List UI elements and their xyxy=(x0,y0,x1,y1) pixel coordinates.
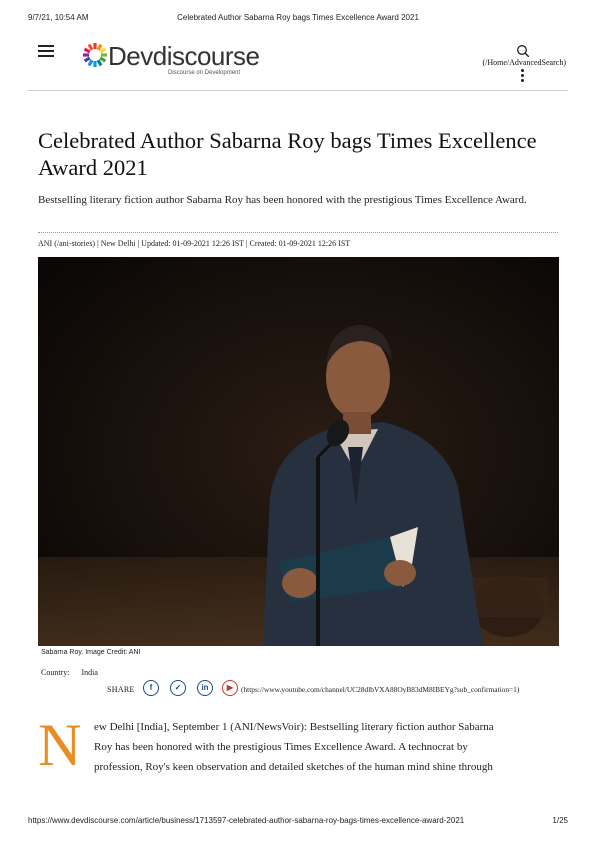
divider xyxy=(38,232,558,233)
print-url: https://www.devdiscourse.com/article/bus… xyxy=(28,816,465,825)
print-header: 9/7/21, 10:54 AM Celebrated Author Sabar… xyxy=(28,13,568,25)
logo-text: Devdiscourse xyxy=(108,41,260,71)
more-options-icon[interactable] xyxy=(521,69,525,83)
country-value[interactable]: India xyxy=(81,668,97,677)
body-line: profession, Roy's keen observation and d… xyxy=(94,761,493,773)
advanced-search-link[interactable]: (/Home/AdvancedSearch) xyxy=(482,58,566,67)
facebook-icon[interactable]: f xyxy=(143,680,159,696)
print-page-title: Celebrated Author Sabarna Roy bags Times… xyxy=(177,13,419,22)
image-caption: Sabarna Roy. Image Credit: ANI xyxy=(41,649,141,656)
article-body: N ew Delhi [India], September 1 (ANI/New… xyxy=(38,712,553,778)
logo-tagline: Discourse on Development xyxy=(168,70,241,76)
site-logo[interactable]: Devdiscourse Discourse on Development xyxy=(82,40,260,80)
youtube-channel-link[interactable]: (https://www.youtube.com/channel/UC28dlb… xyxy=(241,685,519,694)
share-bar: SHARE f ✓ in ▶ (https://www.youtube.com/… xyxy=(107,680,567,700)
linkedin-icon[interactable]: in xyxy=(197,680,213,696)
logo-wheel-icon xyxy=(83,43,107,67)
print-footer: https://www.devdiscourse.com/article/bus… xyxy=(28,816,568,828)
body-line: Roy has been honored with the prestigiou… xyxy=(94,741,468,753)
article-subheadline: Bestselling literary fiction author Saba… xyxy=(38,194,527,206)
body-line: ew Delhi [India], September 1 (ANI/NewsV… xyxy=(94,721,494,733)
print-page-number: 1/25 xyxy=(552,816,568,825)
share-label: SHARE xyxy=(107,685,135,694)
country-label: Country: xyxy=(41,668,70,677)
country-row: Country: India xyxy=(41,668,98,677)
site-header: Devdiscourse Discourse on Development (/… xyxy=(28,36,568,91)
article-headline: Celebrated Author Sabarna Roy bags Times… xyxy=(38,128,537,180)
menu-icon[interactable] xyxy=(38,45,54,57)
article-byline: ANI (/ani-stories) | New Delhi | Updated… xyxy=(38,239,351,248)
twitter-icon[interactable]: ✓ xyxy=(170,680,186,696)
search-icon[interactable] xyxy=(516,44,530,58)
drop-cap: N xyxy=(38,712,82,778)
youtube-icon[interactable]: ▶ xyxy=(222,680,238,696)
speaker-photo xyxy=(38,257,559,646)
article-photo xyxy=(38,257,559,646)
